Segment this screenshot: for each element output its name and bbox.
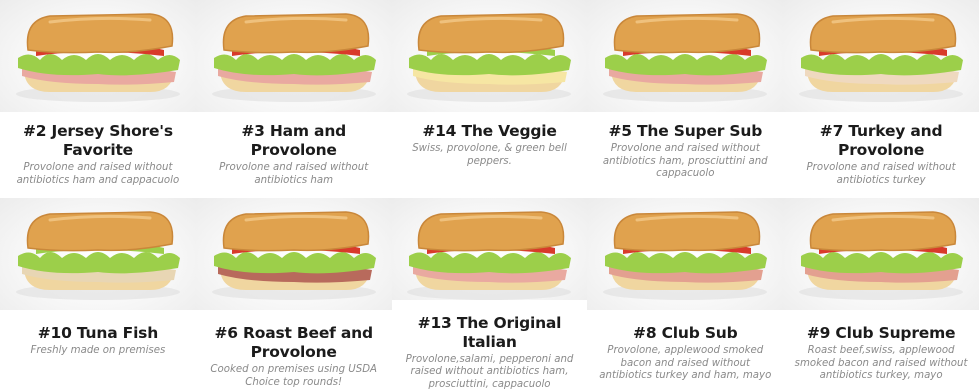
sub-description: Provolone and raised without antibiotics… — [16, 162, 180, 186]
sub-description: Roast beef,swiss, applewood smoked bacon… — [794, 345, 968, 381]
sub-photo[interactable] — [783, 198, 979, 310]
sub-name[interactable]: #2 Jersey Shore's Favorite — [0, 122, 196, 160]
sub-name[interactable]: #14 The Veggie — [416, 122, 562, 141]
sub-name[interactable]: #5 The Super Sub — [602, 122, 768, 141]
sandwich-image — [407, 211, 572, 300]
sub-description: Provolone, applewood smoked bacon and ra… — [599, 345, 772, 381]
sub-description: Cooked on premises using USDA Choice top… — [210, 364, 378, 388]
sub-description: Provolone and raised without antibiotics… — [806, 162, 956, 186]
sub-name[interactable]: #7 Turkey and Provolone — [783, 122, 979, 160]
sandwich-image — [799, 13, 964, 102]
sub-photo[interactable] — [587, 0, 784, 112]
menu-grid: › #2 Jersey Shore's Favorite Provolone a… — [0, 0, 979, 391]
sub-card-1[interactable]: #2 Jersey Shore's Favorite Provolone and… — [0, 0, 196, 196]
sub-description: Swiss, provolone, & green bell peppers. — [412, 143, 567, 167]
sub-photo[interactable] — [0, 198, 196, 310]
sub-description: Freshly made on premises — [30, 345, 166, 356]
sub-name[interactable]: #9 Club Supreme — [801, 324, 962, 343]
sub-photo[interactable] — [391, 198, 588, 300]
sandwich-image — [603, 211, 768, 300]
sub-photo[interactable] — [0, 0, 196, 112]
sandwich-image — [211, 211, 376, 300]
sub-card-9[interactable]: #8 Club Sub Provolone, applewood smoked … — [587, 196, 784, 391]
sandwich-image — [15, 13, 180, 102]
sandwich-image — [15, 211, 180, 300]
sub-photo[interactable] — [783, 0, 979, 112]
sub-name[interactable]: #8 Club Sub — [627, 324, 743, 343]
sub-card-3[interactable]: #14 The Veggie Swiss, provolone, & green… — [391, 0, 588, 196]
sub-card-8[interactable]: #13 The Original Italian Provolone,salam… — [391, 196, 588, 391]
sub-description: Provolone,salami, pepperoni and raised w… — [405, 353, 574, 390]
sub-card-6[interactable]: #10 Tuna Fish Freshly made on premises — [0, 196, 196, 391]
sub-name[interactable]: #10 Tuna Fish — [32, 324, 164, 343]
sub-card-5[interactable]: #7 Turkey and Provolone Provolone and ra… — [783, 0, 979, 196]
sub-name[interactable]: #13 The Original Italian — [392, 314, 588, 352]
sub-card-2[interactable]: #3 Ham and Provolone Provolone and raise… — [195, 0, 392, 196]
sandwich-image — [407, 13, 572, 102]
sub-card-7[interactable]: #6 Roast Beef and Provolone Cooked on pr… — [195, 196, 392, 391]
sub-photo[interactable] — [391, 0, 588, 112]
sub-description: Provolone and raised without antibiotics… — [219, 162, 369, 186]
sub-name[interactable]: #6 Roast Beef and Provolone — [196, 324, 392, 362]
sub-card-4[interactable]: #5 The Super Sub Provolone and raised wi… — [587, 0, 784, 196]
sandwich-image — [211, 13, 376, 102]
sandwich-image — [799, 211, 964, 300]
sub-photo[interactable] — [195, 198, 392, 310]
sub-name[interactable]: #3 Ham and Provolone — [196, 122, 392, 160]
sub-photo[interactable] — [195, 0, 392, 112]
sub-card-10[interactable]: #9 Club Supreme Roast beef,swiss, applew… — [783, 196, 979, 391]
sub-description: Provolone and raised without antibiotics… — [602, 143, 768, 179]
sandwich-image — [603, 13, 768, 102]
sub-photo[interactable] — [587, 198, 784, 310]
